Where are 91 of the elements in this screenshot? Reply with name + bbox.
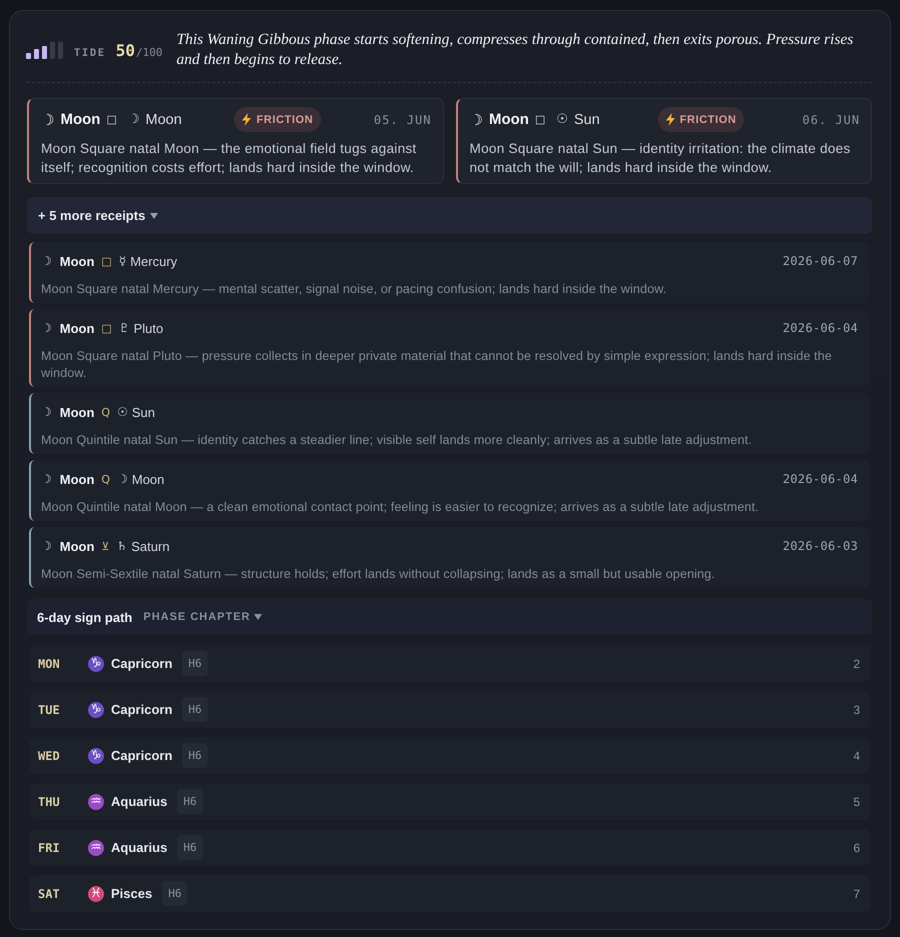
planet-symbol-icon: ☽ [470, 110, 483, 128]
planet-name: Saturn [131, 538, 170, 554]
aspect-date: 06. JUN [802, 112, 860, 126]
planet-name: Moon [60, 254, 94, 268]
planet-symbol-icon: ☽ [117, 472, 128, 486]
planet-symbol-icon: ♇ [118, 321, 130, 335]
day-label: FRI [38, 840, 61, 854]
planet-symbol-icon: ☽ [41, 405, 52, 419]
day-number: 4 [853, 748, 860, 762]
receipt-description: Moon Square natal Pluto — pressure collects in deeper private material that cannot be resolved by simple expression; lands hard inside the window. [41, 348, 833, 382]
house-tag: H6 [177, 835, 203, 860]
zodiac-sign-icon: ♑ [88, 702, 104, 718]
day-number: 6 [853, 840, 860, 854]
day-label: THU [38, 794, 61, 808]
receipt-date: 2026-06-07 [782, 254, 858, 268]
tide-label: TIDE [74, 46, 106, 58]
day-label: SAT [38, 886, 61, 900]
day-label: TUE [38, 702, 61, 716]
aspect-date: 05. JUN [374, 112, 432, 126]
zodiac-sign-icon: ♑ [88, 656, 104, 672]
receipt-description: Moon Quintile natal Sun — identity catches a steadier line; visible self lands more cleanly; arrives as a subtle late adjustment. [41, 432, 753, 449]
planet-name: Sun [574, 112, 600, 128]
lightning-icon [242, 113, 252, 126]
tide-scale: /100 [136, 46, 162, 58]
planet-name: Moon [60, 538, 94, 554]
planet-symbol-icon: ☽ [41, 539, 52, 553]
sign-name: Capricorn [111, 656, 172, 671]
receipt-description: Moon Square natal Mercury — mental scatter, signal noise, or pacing confusion; lands hard inside the window. [41, 281, 668, 298]
more-receipts-button[interactable]: + 5 more receipts [27, 197, 872, 234]
aspect-symbol-icon: Q [101, 406, 110, 418]
planet-symbol-icon: ☉ [556, 112, 568, 127]
planet-symbol-icon: ☽ [41, 110, 54, 128]
planet-symbol-icon: ♄ [116, 539, 128, 553]
planet-name: Moon [146, 112, 182, 128]
phase-summary: This Waning Gibbous phase starts softening, compresses through contained, then exits porous. Pressure rises and then begins to release. [176, 30, 854, 70]
aspect-symbol-icon: □ [534, 113, 546, 126]
planet-name: Moon [60, 320, 94, 336]
aspect-symbol-icon: □ [101, 254, 112, 268]
day-label: WED [38, 748, 61, 762]
planet-name: Moon [60, 404, 94, 420]
tide-value: 50 [116, 40, 135, 60]
planet-name: Moon [132, 472, 164, 486]
receipt-date: 2026-06-03 [782, 539, 858, 553]
sign-name: Capricorn [111, 748, 172, 763]
planet-name: Moon [60, 111, 100, 128]
aspect-description: Moon Square natal Sun — identity irritation: the climate does not match the will; lands hard inside the window. [470, 140, 852, 177]
sign-name: Aquarius [111, 840, 168, 855]
aspect-tag-label: FRICTION [680, 114, 736, 126]
aspect-symbol-icon: Q [101, 472, 110, 486]
day-number: 7 [853, 886, 860, 900]
day-number: 2 [853, 656, 860, 670]
phase-chapter-button[interactable]: PHASE CHAPTER [143, 611, 262, 623]
aspect-symbol-icon: □ [106, 113, 117, 126]
zodiac-sign-icon: ♑ [88, 748, 104, 764]
caret-icon [150, 212, 158, 218]
planet-symbol-icon: ☉ [117, 405, 128, 419]
planet-symbol-icon: ☽ [41, 321, 52, 335]
planet-symbol-icon: ☽ [128, 112, 140, 127]
day-number: 3 [853, 702, 860, 716]
aspect-symbol-icon: □ [101, 322, 112, 334]
zodiac-sign-icon: ♓ [88, 886, 104, 902]
sign-name: Capricorn [111, 702, 172, 717]
aspect-description: Moon Square natal Moon — the emotional field tugs against itself; recognition costs effort; lands hard inside the window. [41, 140, 418, 177]
zodiac-sign-icon: ♒ [88, 794, 104, 810]
aspect-symbol-icon: ⊻ [101, 540, 110, 552]
day-label: MON [38, 656, 61, 670]
planet-name: Moon [488, 111, 529, 128]
sign-path-title: 6-day sign path [37, 610, 132, 624]
house-tag: H6 [177, 789, 203, 814]
planet-name: Mercury [130, 254, 178, 268]
planet-name: Moon [60, 472, 94, 486]
house-tag: H6 [182, 651, 208, 676]
house-tag: H6 [182, 697, 208, 722]
sign-name: Pisces [111, 886, 152, 901]
caret-icon [254, 614, 262, 620]
receipt-description: Moon Semi-Sextile natal Saturn — structure holds; effort lands without collapsing; lands as a small but usable opening. [41, 566, 716, 583]
lightning-icon [666, 113, 675, 126]
receipt-description: Moon Quintile natal Moon — a clean emotional contact point; feeling is easier to recognize; arrives as a subtle late adjustment. [41, 499, 760, 516]
sign-name: Aquarius [111, 794, 168, 809]
receipt-date: 2026-06-04 [782, 321, 858, 335]
planet-name: Pluto [134, 320, 164, 336]
zodiac-sign-icon: ♒ [88, 840, 104, 856]
planet-symbol-icon: ☿ [118, 254, 126, 268]
planet-name: Sun [132, 404, 155, 420]
house-tag: H6 [182, 743, 208, 768]
aspect-tag-label: FRICTION [256, 114, 314, 126]
planet-symbol-icon: ☽ [41, 254, 52, 268]
receipt-date: 2026-06-04 [782, 472, 858, 486]
day-number: 5 [853, 794, 860, 808]
planet-symbol-icon: ☽ [41, 472, 52, 486]
house-tag: H6 [162, 881, 188, 906]
